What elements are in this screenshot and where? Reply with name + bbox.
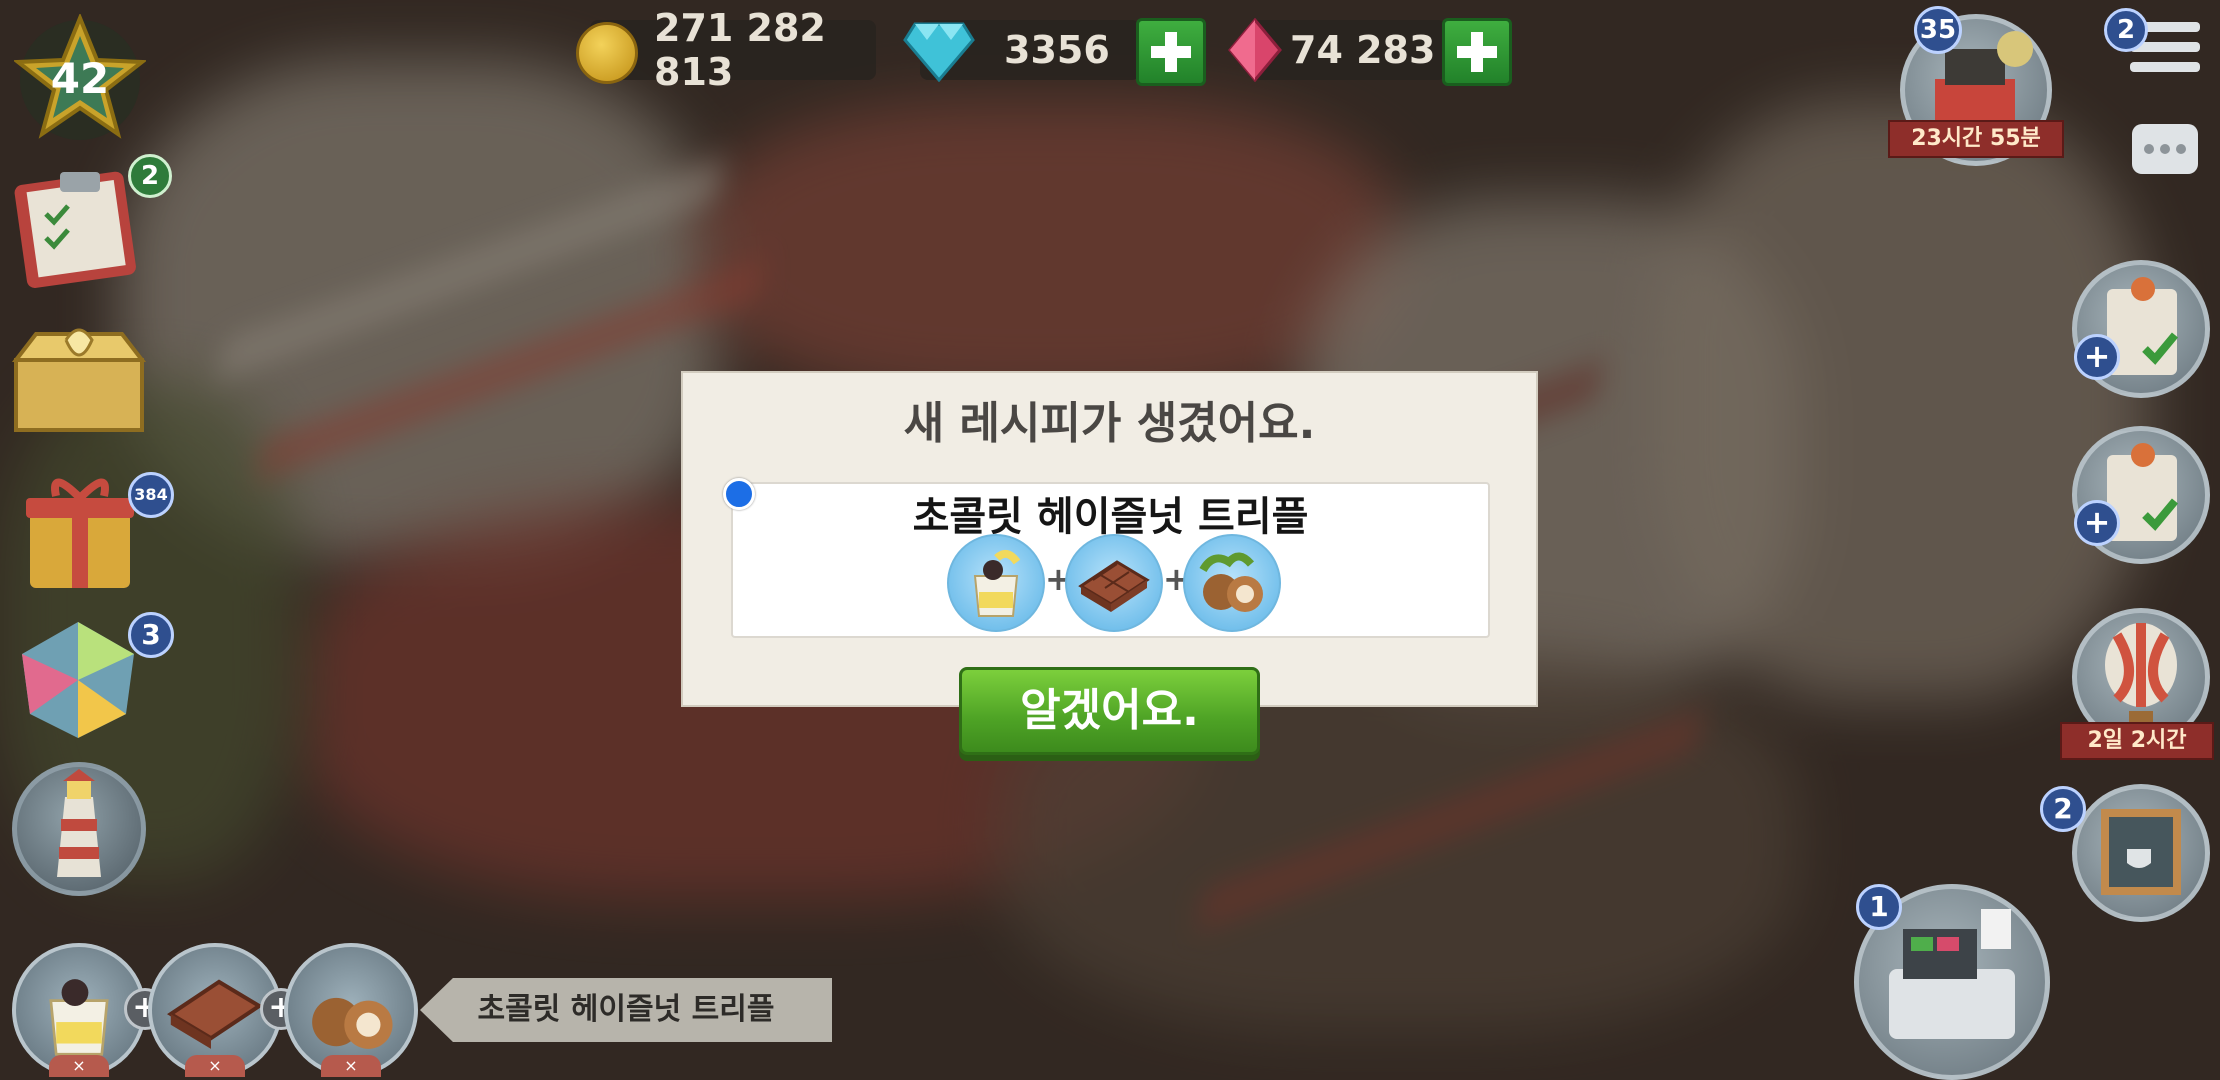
slot-hazelnut[interactable]: × — [284, 943, 418, 1077]
register-badge: 1 — [1856, 884, 1902, 930]
ingredient-chocolate — [1065, 534, 1163, 632]
add-order-icon-2[interactable]: + — [2074, 500, 2120, 546]
board-badge: 2 — [2040, 786, 2086, 832]
gift-badge: 384 — [128, 472, 174, 518]
coin-icon — [576, 22, 638, 84]
dialog-title: 새 레시피가 생겼어요. — [903, 398, 1316, 449]
menu-badge: 2 — [2104, 8, 2148, 52]
box-icon — [11, 328, 147, 432]
event-timer: 23시간 55분 — [1888, 120, 2064, 158]
event-level-badge: 35 — [1914, 6, 1962, 54]
gems-value: 74 283 — [1290, 28, 1436, 72]
milk-drink-icon — [973, 549, 1021, 617]
gem-collection-badge: 3 — [128, 612, 174, 658]
ingredient-hazelnut — [1183, 534, 1281, 632]
recipe-card: 초콜릿 헤이즐넛 트리플 + + — [723, 478, 1490, 638]
recipe-name-tag: 초콜릿 헤이즐넛 트리플 — [420, 978, 832, 1042]
lighthouse-icon — [57, 769, 101, 877]
new-recipe-dialog: 새 레시피가 생겼어요. 초콜릿 헤이즐넛 트리플 + + — [681, 371, 1538, 707]
balloon-timer: 2일 2시간 — [2060, 722, 2214, 760]
cafe-board-button[interactable] — [2072, 784, 2210, 922]
gem-collection-button[interactable] — [16, 618, 140, 742]
add-order-icon[interactable]: + — [2074, 334, 2120, 380]
coins-value: 271 282 813 — [654, 6, 826, 94]
ingredient-milk-drink — [947, 534, 1045, 632]
clipboard-icon — [14, 171, 136, 288]
remove-icon[interactable]: × — [49, 1055, 109, 1077]
add-diamonds-button[interactable] — [1136, 18, 1206, 86]
add-gems-button[interactable] — [1442, 18, 1512, 86]
remove-icon[interactable]: × — [321, 1055, 381, 1077]
diamonds-value: 3356 — [1004, 28, 1110, 72]
chat-icon[interactable] — [2132, 124, 2198, 174]
ok-button[interactable]: 알겠어요. — [959, 667, 1260, 755]
remove-icon[interactable]: × — [185, 1055, 245, 1077]
lighthouse-button[interactable] — [12, 762, 146, 896]
gem-icon — [1228, 18, 1282, 82]
chalkboard-icon — [2101, 809, 2181, 895]
tasks-badge: 2 — [128, 154, 172, 198]
chocolate-bar-icon — [1078, 560, 1150, 612]
package-box-button[interactable] — [6, 320, 152, 438]
polygon-gem-icon — [22, 622, 134, 738]
gift-button[interactable] — [20, 468, 140, 594]
tasks-clipboard-button[interactable] — [14, 168, 140, 288]
level-number: 42 — [50, 54, 110, 103]
gift-icon — [26, 478, 134, 588]
level-badge[interactable]: 42 — [12, 12, 148, 140]
hazelnut-icon — [1199, 552, 1263, 612]
diamond-icon — [903, 22, 975, 82]
